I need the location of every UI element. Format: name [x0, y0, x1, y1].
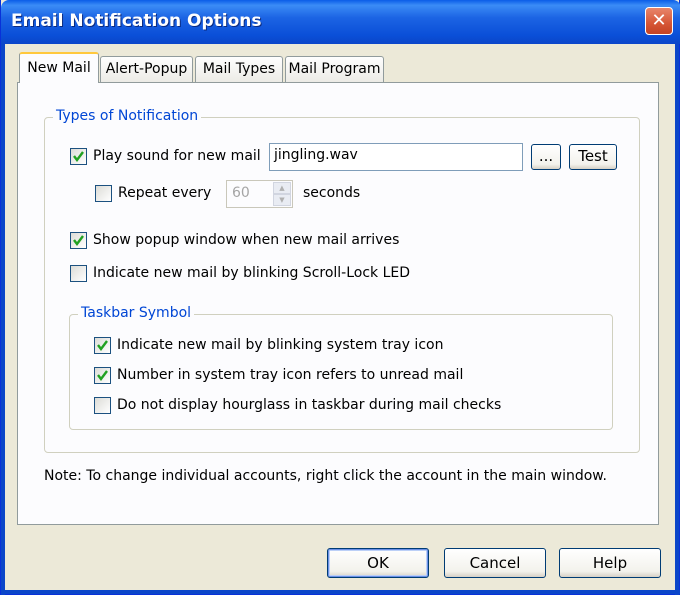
blink-tray-label: Indicate new mail by blinking system tra… — [117, 337, 444, 353]
spin-down-icon[interactable]: ▼ — [273, 194, 291, 206]
check-icon — [73, 151, 84, 162]
play-sound-label: Play sound for new mail — [93, 148, 261, 164]
close-icon: ✕ — [651, 10, 667, 31]
repeat-value: 60 — [232, 185, 250, 201]
cancel-button[interactable]: Cancel — [444, 548, 546, 578]
check-icon — [97, 370, 108, 381]
group-legend: Types of Notification — [53, 108, 202, 124]
note-text: Note: To change individual accounts, rig… — [44, 468, 607, 484]
play-sound-checkbox[interactable] — [70, 148, 87, 165]
check-icon — [97, 340, 108, 351]
close-button[interactable]: ✕ — [645, 7, 673, 35]
no-hourglass-label: Do not display hourglass in taskbar duri… — [117, 397, 502, 413]
window-border-bottom — [1, 590, 680, 594]
help-label: Help — [592, 554, 628, 572]
popup-checkbox[interactable] — [70, 232, 87, 249]
unread-count-checkbox[interactable] — [94, 367, 111, 384]
sound-file-input[interactable]: jingling.wav — [269, 143, 523, 171]
spin-up-icon[interactable]: ▲ — [273, 182, 291, 194]
window-title: Email Notification Options — [11, 11, 262, 31]
repeat-unit-label: seconds — [303, 185, 361, 201]
group-legend: Taskbar Symbol — [78, 305, 195, 321]
tab-new-mail[interactable]: New Mail — [19, 52, 99, 83]
no-hourglass-checkbox[interactable] — [94, 397, 111, 414]
tab-label: Mail Program — [288, 61, 381, 77]
check-icon — [73, 235, 84, 246]
blink-tray-checkbox[interactable] — [94, 337, 111, 354]
tab-label: New Mail — [27, 60, 91, 76]
tab-mail-types[interactable]: Mail Types — [195, 56, 283, 82]
ok-label: OK — [367, 554, 389, 572]
tab-label: Mail Types — [202, 61, 276, 77]
popup-label: Show popup window when new mail arrives — [93, 232, 400, 248]
browse-button[interactable]: ... — [531, 144, 561, 170]
window-border-right — [675, 44, 679, 595]
unread-count-label: Number in system tray icon refers to unr… — [117, 367, 464, 383]
scroll-lock-label: Indicate new mail by blinking Scroll-Loc… — [93, 265, 411, 281]
repeat-checkbox[interactable] — [95, 185, 112, 202]
repeat-label: Repeat every — [118, 185, 212, 201]
ok-button[interactable]: OK — [327, 548, 429, 578]
cancel-label: Cancel — [469, 554, 521, 572]
sound-file-value: jingling.wav — [274, 147, 358, 163]
test-label: Test — [578, 147, 608, 165]
window-border-left — [1, 44, 5, 595]
tab-label: Alert-Popup — [105, 61, 188, 77]
help-button[interactable]: Help — [559, 548, 661, 578]
browse-label: ... — [538, 147, 554, 165]
title-bar[interactable]: Email Notification Options ✕ — [1, 0, 680, 44]
dialog-window: Email Notification Options ✕ New Mail Al… — [0, 0, 680, 595]
scroll-lock-checkbox[interactable] — [70, 265, 87, 282]
tab-panel-new-mail: Types of Notification Play sound for new… — [17, 82, 659, 525]
test-button[interactable]: Test — [569, 144, 617, 170]
repeat-interval-spinner[interactable]: 60 ▲ ▼ — [226, 180, 293, 208]
tab-alert-popup[interactable]: Alert-Popup — [100, 56, 193, 82]
tab-mail-program[interactable]: Mail Program — [285, 56, 384, 82]
taskbar-symbol-group: Taskbar Symbol Indicate new mail by blin… — [69, 305, 613, 430]
spinner-buttons[interactable]: ▲ ▼ — [273, 182, 291, 206]
types-of-notification-group: Types of Notification Play sound for new… — [44, 108, 640, 453]
